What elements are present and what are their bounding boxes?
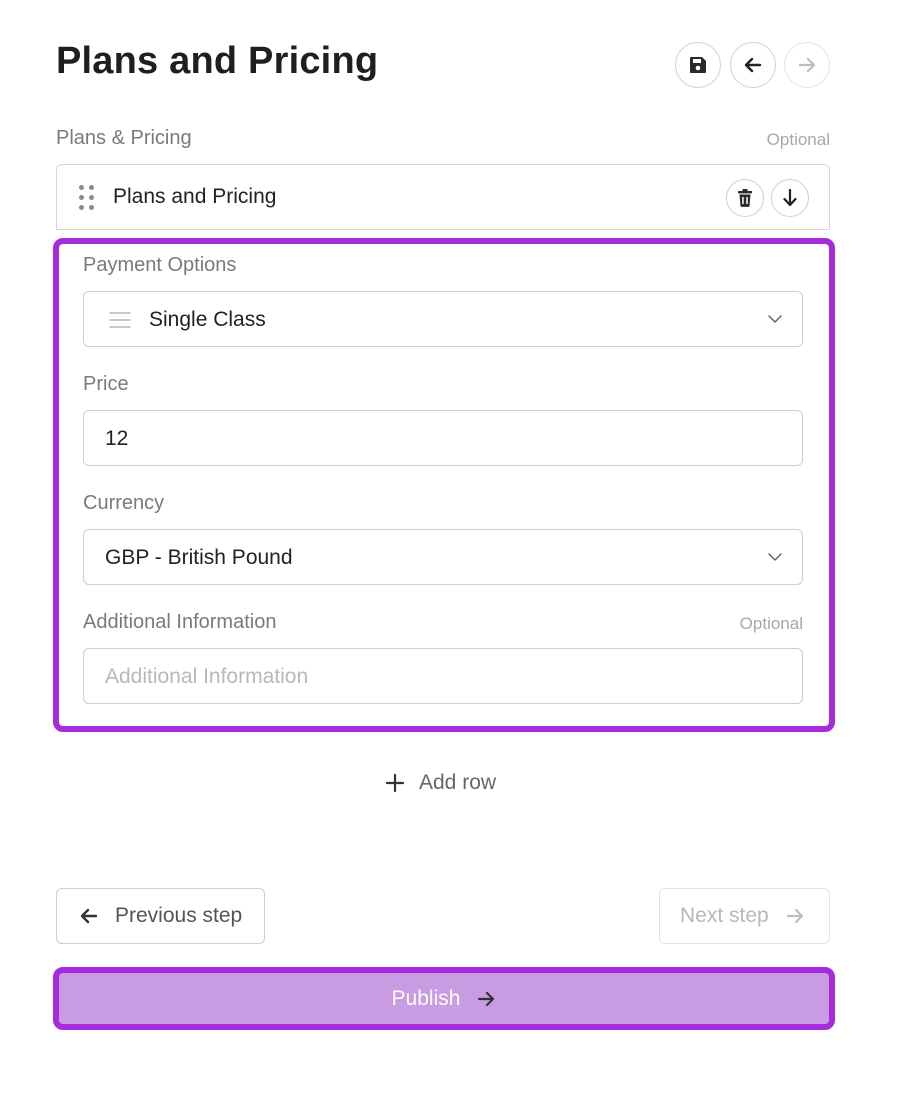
optional-label: Optional — [766, 130, 830, 149]
publish-label: Publish — [391, 986, 461, 1010]
save-button[interactable] — [675, 42, 721, 88]
forward-button[interactable] — [784, 42, 830, 88]
additional-info-input[interactable]: Additional Information — [83, 648, 803, 704]
arrow-down-icon — [783, 189, 797, 207]
drag-handle-icon[interactable] — [79, 185, 95, 211]
next-step-label: Next step — [680, 904, 769, 927]
arrow-right-icon — [478, 991, 495, 1006]
payment-options-select[interactable]: Single Class — [83, 291, 803, 347]
additional-info-label: Additional Information — [83, 611, 277, 633]
row-header: Plans and Pricing — [56, 164, 830, 230]
page-title: Plans and Pricing — [56, 40, 379, 82]
currency-label: Currency — [83, 492, 165, 514]
arrow-right-icon — [798, 57, 816, 73]
chevron-down-icon — [768, 315, 782, 323]
plus-icon — [385, 773, 405, 793]
next-step-button[interactable]: Next step — [659, 888, 830, 944]
previous-step-button[interactable]: Previous step — [56, 888, 265, 944]
additional-info-placeholder: Additional Information — [105, 665, 309, 688]
price-label: Price — [83, 373, 129, 395]
back-button[interactable] — [730, 42, 776, 88]
arrow-right-icon — [786, 908, 803, 924]
previous-step-label: Previous step — [115, 904, 243, 927]
add-row-label: Add row — [419, 771, 497, 794]
payment-options-label: Payment Options — [83, 254, 237, 276]
price-input[interactable]: 12 — [83, 410, 803, 466]
row-title: Plans and Pricing — [113, 185, 277, 208]
arrow-left-icon — [80, 908, 98, 924]
add-row-button[interactable]: Add row — [385, 768, 496, 798]
save-icon — [690, 57, 706, 73]
currency-select[interactable]: GBP - British Pound — [83, 529, 803, 585]
trash-icon — [738, 189, 752, 207]
currency-value: GBP - British Pound — [105, 546, 293, 569]
price-value: 12 — [105, 427, 129, 450]
chevron-down-icon — [768, 553, 782, 561]
payment-options-value: Single Class — [149, 308, 266, 331]
section-label: Plans & Pricing — [56, 127, 192, 149]
list-icon — [109, 312, 131, 328]
additional-info-optional: Optional — [739, 614, 803, 633]
delete-row-button[interactable] — [726, 179, 764, 217]
move-down-button[interactable] — [771, 179, 809, 217]
arrow-left-icon — [744, 57, 762, 73]
publish-button[interactable]: Publish — [53, 967, 835, 1030]
